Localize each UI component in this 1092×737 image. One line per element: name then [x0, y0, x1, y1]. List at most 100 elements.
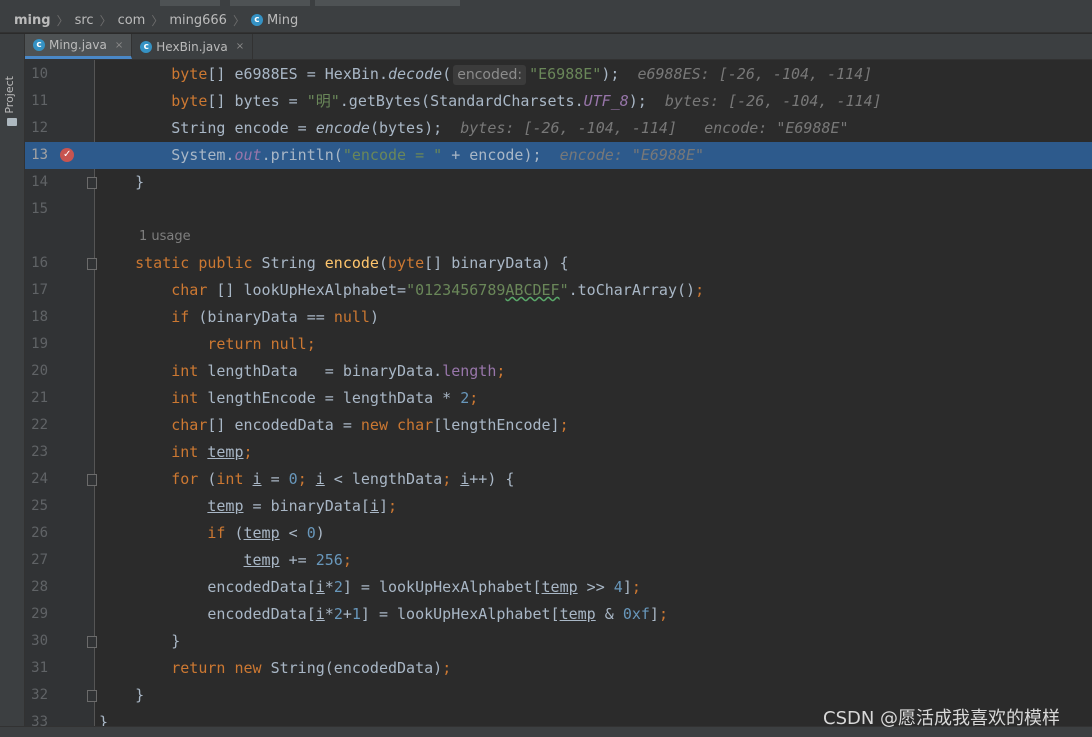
toolbar-segment: [160, 0, 220, 6]
code-line: 31 return new String(encodedData);: [25, 655, 1092, 682]
code-line: 29 encodedData[i*2+1] = lookUpHexAlphabe…: [25, 601, 1092, 628]
line-number: 19: [31, 336, 48, 352]
fold-marker-icon[interactable]: [87, 474, 97, 486]
line-number: 14: [31, 174, 48, 190]
code-text: System.out.println("encode = " + encode)…: [99, 146, 705, 164]
line-number: 21: [31, 390, 48, 406]
breadcrumb-item-package[interactable]: ming666: [169, 13, 227, 28]
breadcrumb-item-com[interactable]: com: [118, 13, 146, 28]
line-number: 25: [31, 498, 48, 514]
class-icon: c: [140, 40, 153, 53]
class-icon: c: [250, 14, 263, 26]
line-number: 33: [31, 714, 48, 726]
code-text: byte[] bytes = "明".getBytes(StandardChar…: [171, 92, 882, 110]
line-number: 31: [31, 660, 48, 676]
code-text: String encode = encode(bytes); bytes: [-…: [99, 119, 849, 137]
code-line: 10 byte[] e6988ES = HexBin.decode(encode…: [25, 61, 1092, 88]
breadcrumb-item-src[interactable]: src: [75, 13, 94, 28]
tab-label: Ming.java: [49, 38, 107, 52]
chevron-right-icon: 〉: [151, 13, 164, 28]
editor-tabs: c Ming.java × c HexBin.java ×: [25, 34, 1092, 60]
code-line: 21 int lengthEncode = lengthData * 2;: [25, 385, 1092, 412]
debug-value-hint: bytes: [-26, -104, -114] encode: "E6988E…: [460, 119, 849, 137]
project-tool-button[interactable]: Project: [3, 76, 21, 114]
code-text: temp += 256;: [243, 551, 352, 569]
code-line: 23 int temp;: [25, 439, 1092, 466]
chevron-right-icon: 〉: [99, 13, 112, 28]
line-number: 17: [31, 282, 48, 298]
code-line: 17 char [] lookUpHexAlphabet="0123456789…: [25, 277, 1092, 304]
code-line: 30 }: [25, 628, 1092, 655]
code-line: 18 if (binaryData == null): [25, 304, 1092, 331]
code-text: temp = binaryData[i];: [207, 497, 398, 515]
code-text: }: [99, 686, 145, 704]
parameter-hint: encoded:: [453, 65, 527, 85]
fold-marker-icon[interactable]: [87, 690, 97, 702]
code-text: int lengthEncode = lengthData * 2;: [171, 389, 479, 407]
folder-icon: [7, 118, 17, 126]
fold-marker-icon[interactable]: [87, 258, 97, 270]
line-number: 13: [31, 147, 48, 163]
code-text: int temp;: [171, 443, 253, 461]
tab-ming-java[interactable]: c Ming.java ×: [25, 34, 133, 59]
line-number: 22: [31, 417, 48, 433]
code-text: }: [99, 713, 109, 726]
close-icon[interactable]: ×: [115, 40, 123, 51]
line-number: 23: [31, 444, 48, 460]
tab-hexbin-java[interactable]: c HexBin.java ×: [132, 34, 254, 59]
breadcrumb-item-class[interactable]: c Ming: [250, 12, 299, 28]
line-number: 26: [31, 525, 48, 541]
code-line: 15: [25, 196, 1092, 223]
line-number: 10: [31, 66, 48, 82]
code-line: 27 temp += 256;: [25, 547, 1092, 574]
toolbar-segment: [230, 0, 310, 6]
debug-value-hint: e6988ES: [-26, -104, -114]: [637, 65, 873, 83]
line-number: 28: [31, 579, 48, 595]
code-text: return new String(encodedData);: [171, 659, 452, 677]
code-editor[interactable]: 10 byte[] e6988ES = HexBin.decode(encode…: [25, 60, 1092, 726]
chevron-right-icon: 〉: [56, 13, 69, 28]
code-text: char [] lookUpHexAlphabet="0123456789ABC…: [171, 281, 705, 299]
code-text: encodedData[i*2+1] = lookUpHexAlphabet[t…: [99, 605, 668, 623]
code-text: int lengthData = binaryData.length;: [171, 362, 506, 380]
watermark: CSDN @愿活成我喜欢的模样: [823, 708, 1061, 729]
close-icon[interactable]: ×: [236, 41, 244, 52]
breakpoint-icon[interactable]: ✓: [60, 148, 74, 162]
current-execution-line: 13 ✓ System.out.println("encode = " + en…: [25, 142, 1092, 169]
tool-window-strip: Project: [0, 34, 25, 736]
breadcrumb-item-project[interactable]: ming: [14, 13, 51, 28]
code-text: if (binaryData == null): [171, 308, 379, 326]
tab-label: HexBin.java: [156, 39, 228, 54]
code-text: byte[] e6988ES = HexBin.decode(encoded: "…: [171, 65, 873, 85]
code-line: 20 int lengthData = binaryData.length;: [25, 358, 1092, 385]
code-text: if (temp < 0): [207, 524, 325, 542]
line-number: 12: [31, 120, 48, 136]
code-text: encodedData[i*2] = lookUpHexAlphabet[tem…: [99, 578, 641, 596]
code-line: 28 encodedData[i*2] = lookUpHexAlphabet[…: [25, 574, 1092, 601]
code-line: 26 if (temp < 0): [25, 520, 1092, 547]
code-line: 14 }: [25, 169, 1092, 196]
code-line: 25 temp = binaryData[i];: [25, 493, 1092, 520]
line-number: 20: [31, 363, 48, 379]
usage-hint-row: 1 usage: [25, 223, 1092, 250]
code-line: 11 byte[] bytes = "明".getBytes(StandardC…: [25, 88, 1092, 115]
line-number: 24: [31, 471, 48, 487]
usage-hint[interactable]: 1 usage: [139, 223, 191, 250]
code-line: 12 String encode = encode(bytes); bytes:…: [25, 115, 1092, 142]
breadcrumb-class-label: Ming: [266, 12, 299, 28]
code-text: }: [99, 632, 181, 650]
line-number: 30: [31, 633, 48, 649]
breadcrumb: ming 〉 src 〉 com 〉 ming666 〉 c Ming: [0, 8, 1092, 33]
code-line: 22 char[] encodedData = new char[lengthE…: [25, 412, 1092, 439]
line-number: 32: [31, 687, 48, 703]
fold-marker-icon[interactable]: [87, 636, 97, 648]
code-text: for (int i = 0; i < lengthData; i++) {: [171, 470, 515, 488]
line-number: 18: [31, 309, 48, 325]
class-icon: c: [33, 39, 45, 51]
chevron-right-icon: 〉: [232, 13, 245, 28]
fold-marker-icon[interactable]: [87, 177, 97, 189]
code-line: 24 for (int i = 0; i < lengthData; i++) …: [25, 466, 1092, 493]
code-text: return null;: [207, 335, 316, 353]
code-text: static public String encode(byte[] binar…: [135, 254, 569, 272]
code-text: char[] encodedData = new char[lengthEnco…: [171, 416, 569, 434]
